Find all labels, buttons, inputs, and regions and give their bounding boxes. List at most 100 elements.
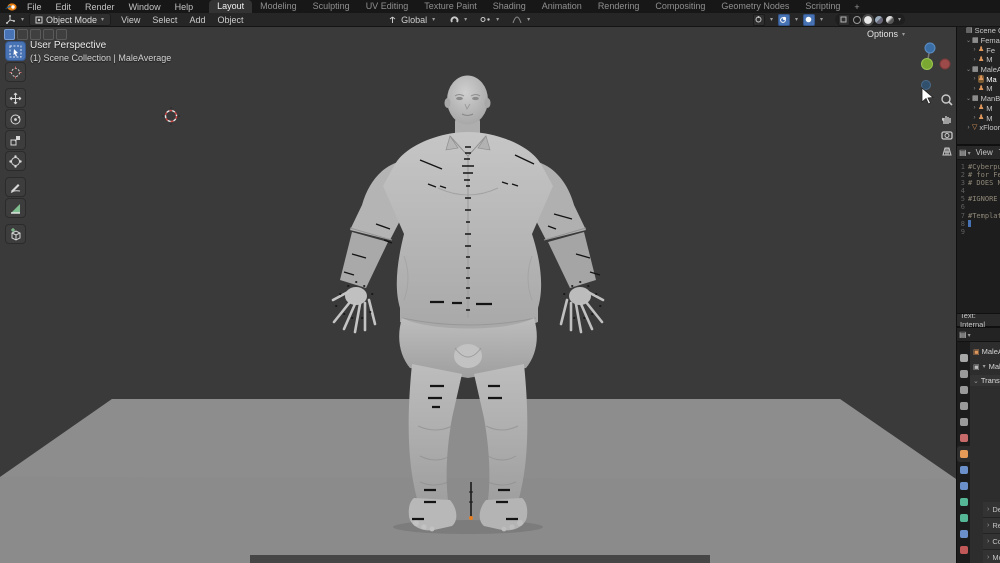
outliner-row[interactable]: ⌄▦Femal	[957, 36, 1000, 46]
properties-tab-view-layer[interactable]	[957, 398, 970, 414]
cursor-tool[interactable]	[5, 62, 26, 82]
outliner-row[interactable]: ▤Scene Co	[957, 26, 1000, 36]
snap-magnet-icon[interactable]	[450, 15, 459, 24]
viewport-menu-object[interactable]: Object	[211, 15, 249, 25]
orientation-dropdown[interactable]: Global	[401, 15, 427, 25]
expander-icon[interactable]: ›	[971, 86, 978, 92]
add-workspace-button[interactable]: +	[854, 2, 859, 12]
panel-header-delta[interactable]: ›Delta	[983, 502, 1000, 518]
properties-tab-physics[interactable]	[957, 494, 970, 510]
outliner-row[interactable]: ›▽xFloor	[957, 123, 1000, 133]
expander-icon[interactable]: ⌄	[965, 37, 972, 44]
workspace-tab-animation[interactable]: Animation	[534, 0, 590, 13]
workspace-tab-compositing[interactable]: Compositing	[647, 0, 713, 13]
proportional-edit-icon[interactable]	[480, 15, 491, 24]
properties-tab-render[interactable]	[957, 366, 970, 382]
shading-rendered-button[interactable]	[886, 16, 894, 24]
workspace-tab-rendering[interactable]: Rendering	[590, 0, 648, 13]
expander-icon[interactable]: ›	[965, 125, 972, 131]
viewport-corner-icon[interactable]	[56, 29, 67, 40]
floor-plane[interactable]	[0, 399, 956, 563]
outliner-row[interactable]: ›♟M	[957, 84, 1000, 94]
move-tool[interactable]	[5, 88, 26, 108]
properties-tab-object-data[interactable]	[957, 526, 970, 542]
show-gizmo-toggle[interactable]	[753, 14, 765, 26]
panel-header-motion[interactable]: ›Motion	[983, 550, 1000, 563]
text-menu-view[interactable]: View	[976, 148, 993, 157]
menu-file[interactable]: File	[21, 2, 48, 12]
perspective-toggle-icon[interactable]	[943, 148, 951, 155]
outliner-row[interactable]: ›♟M	[957, 55, 1000, 65]
properties-tab-world[interactable]	[957, 430, 970, 446]
properties-tab-particles[interactable]	[957, 478, 970, 494]
expander-icon[interactable]: ›	[971, 47, 978, 53]
expander-icon[interactable]: ⌄	[965, 95, 972, 102]
outliner-row[interactable]: ›♟Ma	[957, 74, 1000, 84]
menu-edit[interactable]: Edit	[50, 2, 78, 12]
object-name-field[interactable]: ▣ ▾ Mal	[970, 362, 1000, 371]
properties-editor-icon[interactable]: ▤▾	[959, 330, 972, 339]
scale-tool[interactable]	[5, 130, 26, 150]
select-box-tool[interactable]	[5, 41, 26, 61]
outliner-row[interactable]: ›♟M	[957, 113, 1000, 123]
viewport-corner-icon[interactable]	[4, 29, 15, 40]
viewport-menu-add[interactable]: Add	[183, 15, 211, 25]
viewport-corner-icon[interactable]	[30, 29, 41, 40]
workspace-tab-texture-paint[interactable]: Texture Paint	[416, 0, 485, 13]
text-editor-icon[interactable]: ▤▾	[959, 148, 972, 157]
options-dropdown[interactable]: Options ▾	[867, 29, 906, 39]
shading-solid-button[interactable]	[864, 16, 872, 24]
menu-help[interactable]: Help	[169, 2, 200, 12]
workspace-tab-shading[interactable]: Shading	[485, 0, 534, 13]
viewport-corner-icon[interactable]	[43, 29, 54, 40]
camera-view-icon[interactable]	[942, 132, 952, 139]
shading-wireframe-button[interactable]	[853, 16, 861, 24]
properties-tab-constraints[interactable]	[957, 510, 970, 526]
expander-icon[interactable]: ⌄	[965, 66, 972, 73]
workspace-tab-geometry-nodes[interactable]: Geometry Nodes	[713, 0, 797, 13]
expander-icon[interactable]: ›	[971, 57, 978, 63]
shading-material-button[interactable]	[875, 16, 883, 24]
properties-tab-output[interactable]	[957, 382, 970, 398]
menu-render[interactable]: Render	[79, 2, 121, 12]
show-overlays-toggle[interactable]	[778, 14, 790, 26]
3d-viewport[interactable]: User Perspective (1) Scene Collection | …	[0, 26, 956, 563]
workspace-tab-uv-editing[interactable]: UV Editing	[358, 0, 417, 13]
orientation-gizmo[interactable]	[922, 43, 951, 90]
properties-tab-object[interactable]	[957, 446, 970, 462]
mode-dropdown[interactable]: Object Mode ▾	[29, 13, 111, 26]
viewport-menu-view[interactable]: View	[115, 15, 146, 25]
workspace-tab-scripting[interactable]: Scripting	[797, 0, 848, 13]
outliner-row[interactable]: ›♟M	[957, 104, 1000, 114]
rotate-tool[interactable]	[5, 109, 26, 129]
outliner-row[interactable]: ⌄▦MaleA	[957, 65, 1000, 75]
properties-tab-modifiers[interactable]	[957, 462, 970, 478]
expander-icon[interactable]: ›	[971, 115, 978, 121]
transform-panel-header[interactable]: ⌄ Transfo	[970, 375, 1000, 386]
transform-tool[interactable]	[5, 151, 26, 171]
xray-box-icon[interactable]	[838, 14, 850, 26]
panel-header-relatio[interactable]: ›Relatio	[983, 518, 1000, 534]
outliner-row[interactable]: ›♟Fe	[957, 45, 1000, 55]
expander-icon[interactable]: ›	[971, 105, 978, 111]
pan-view-icon[interactable]	[943, 116, 950, 124]
xray-toggle[interactable]	[803, 14, 815, 26]
workspace-tab-layout[interactable]: Layout	[209, 0, 252, 13]
expander-icon[interactable]: ›	[971, 76, 978, 82]
workspace-tab-sculpting[interactable]: Sculpting	[305, 0, 358, 13]
properties-tab-active-tool[interactable]	[957, 350, 970, 366]
viewport-corner-icon[interactable]	[17, 29, 28, 40]
code-area[interactable]: 1#Cyberpunk2# for FemV3# DOES NOT45#IGNO…	[957, 160, 1000, 236]
properties-tab-scene[interactable]	[957, 414, 970, 430]
menu-window[interactable]: Window	[123, 2, 167, 12]
panel-header-collecti[interactable]: ›Collecti	[983, 534, 1000, 550]
measure-tool[interactable]	[5, 198, 26, 218]
properties-tab-texture[interactable]	[957, 542, 970, 558]
annotate-tool[interactable]	[5, 177, 26, 197]
workspace-tab-modeling[interactable]: Modeling	[252, 0, 305, 13]
viewport-menu-select[interactable]: Select	[146, 15, 183, 25]
outliner-row[interactable]: ⌄▦ManBi	[957, 94, 1000, 104]
falloff-curve-icon[interactable]	[512, 15, 522, 24]
add-cube-tool[interactable]	[5, 224, 26, 244]
zoom-view-icon[interactable]	[942, 95, 952, 105]
